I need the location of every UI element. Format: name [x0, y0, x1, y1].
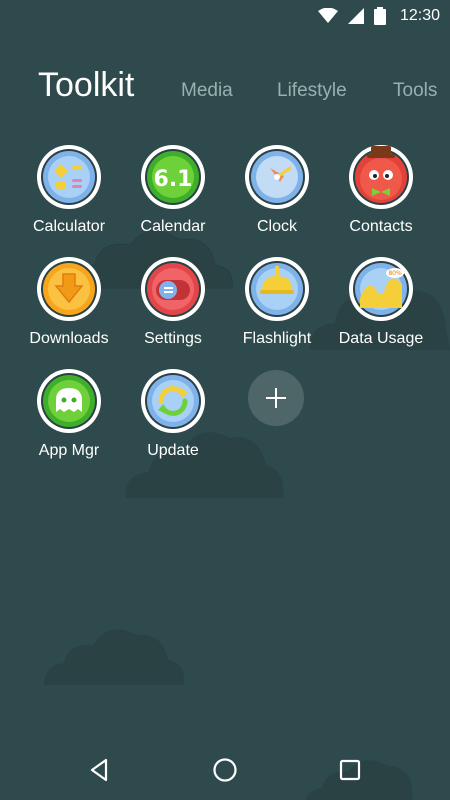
app-label: Data Usage [338, 330, 424, 347]
calendar-icon-text: 6.1 [154, 167, 193, 192]
calendar-icon: 6.1 [141, 145, 205, 209]
app-label: Contacts [349, 218, 413, 235]
recents-icon[interactable] [334, 754, 366, 786]
tab-lifestyle[interactable]: Lifestyle [277, 80, 347, 102]
app-settings[interactable]: Settings [121, 256, 225, 366]
app-contacts[interactable]: Contacts [329, 144, 433, 254]
app-label: Calendar [140, 218, 206, 235]
downloads-icon [37, 257, 101, 321]
app-label: App Mgr [38, 442, 100, 459]
tab-toolkit[interactable]: Toolkit [38, 66, 134, 105]
update-icon [141, 369, 205, 433]
app-app-mgr[interactable]: App Mgr [17, 368, 121, 478]
app-label: Flashlight [242, 330, 312, 347]
wifi-icon [317, 8, 338, 23]
plus-icon [266, 388, 286, 408]
app-flashlight[interactable]: Flashlight [225, 256, 329, 366]
app-manager-icon [37, 369, 101, 433]
app-label: Downloads [29, 330, 109, 347]
clock-time: 12:30 [399, 7, 440, 24]
navigation-bar [0, 740, 450, 800]
signal-icon [347, 8, 364, 24]
app-calculator[interactable]: Calculator [17, 144, 121, 254]
app-clock[interactable]: Clock [225, 144, 329, 254]
back-icon[interactable] [84, 754, 116, 786]
app-update[interactable]: Update [121, 368, 225, 478]
app-label: Settings [144, 330, 202, 347]
home-icon[interactable] [209, 754, 241, 786]
app-downloads[interactable]: Downloads [17, 256, 121, 366]
app-calendar[interactable]: 6.1 Calendar [121, 144, 225, 254]
category-tabs: Toolkit Media Lifestyle Tools [0, 58, 450, 114]
data-usage-icon-text: 80% [388, 270, 402, 277]
app-label: Clock [256, 218, 297, 235]
cloud-decoration [44, 629, 185, 685]
flashlight-icon [245, 257, 309, 321]
tab-media[interactable]: Media [181, 80, 233, 102]
app-data-usage[interactable]: 80% Data Usage [329, 256, 433, 366]
data-usage-icon: 80% [349, 257, 413, 321]
app-label: Update [147, 442, 199, 459]
contacts-icon [349, 145, 413, 209]
settings-icon [141, 257, 205, 321]
status-bar: 12:30 [0, 0, 450, 32]
clock-icon [245, 145, 309, 209]
tab-tools[interactable]: Tools [393, 80, 437, 102]
calculator-icon [37, 145, 101, 209]
add-app-button[interactable] [248, 370, 304, 426]
app-label: Calculator [32, 218, 106, 235]
battery-icon [373, 7, 386, 25]
